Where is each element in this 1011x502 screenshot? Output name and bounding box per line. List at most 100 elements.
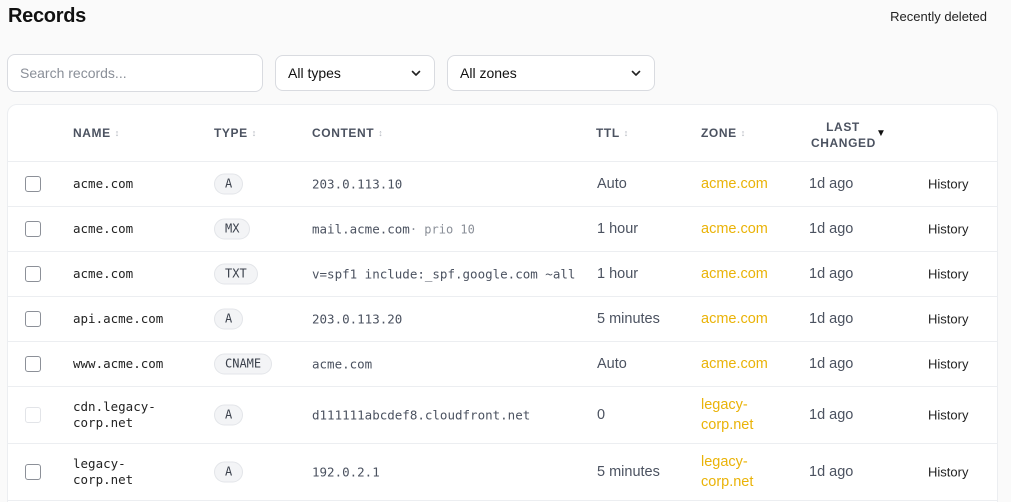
chevron-down-icon bbox=[411, 70, 421, 76]
record-content: 203.0.113.20 bbox=[312, 312, 402, 327]
record-content: d111111abcdef8.cloudfront.net bbox=[312, 408, 530, 423]
record-ttl: 1 hour bbox=[597, 266, 639, 282]
type-filter-value: All types bbox=[288, 65, 341, 81]
record-content-value: v=spf1 include:_spf.google.com ~all bbox=[312, 266, 576, 282]
row-checkbox[interactable] bbox=[25, 266, 41, 282]
column-header-last-changed-line2: CHANGED bbox=[811, 136, 876, 150]
record-zone-link[interactable]: acme.com bbox=[701, 219, 771, 239]
page-title: Records bbox=[8, 5, 86, 27]
column-header-type[interactable]: TYPE ↕ bbox=[214, 126, 257, 140]
record-content: 192.0.2.1 bbox=[312, 465, 380, 480]
history-button[interactable]: History bbox=[928, 267, 968, 282]
column-header-name[interactable]: NAME ↕ bbox=[73, 126, 120, 140]
sort-icon: ↕ bbox=[378, 128, 384, 138]
row-checkbox[interactable] bbox=[25, 221, 41, 237]
record-ttl: 0 bbox=[597, 407, 606, 423]
table-row: www.acme.com CNAME acme.com Auto acme.co… bbox=[8, 342, 997, 387]
record-ttl: Auto bbox=[597, 176, 627, 192]
record-zone-link[interactable]: acme.com bbox=[701, 174, 771, 194]
table-row: acme.com TXT v=spf1 include:_spf.google.… bbox=[8, 252, 997, 297]
record-ttl: 1 hour bbox=[597, 221, 639, 237]
history-button[interactable]: History bbox=[928, 222, 968, 237]
column-header-last-changed-line1: LAST bbox=[826, 120, 860, 134]
sort-descending-icon[interactable]: ▼ bbox=[876, 128, 886, 139]
record-last-changed: 1d ago bbox=[809, 464, 854, 480]
record-content-value: mail.acme.com bbox=[312, 221, 410, 237]
search-input[interactable] bbox=[7, 54, 263, 92]
history-button[interactable]: History bbox=[928, 465, 968, 480]
record-content: mail.acme.com· prio 10 bbox=[312, 222, 475, 237]
sort-icon: ↕ bbox=[740, 128, 746, 138]
record-type-badge: A bbox=[214, 173, 244, 195]
record-last-changed: 1d ago bbox=[809, 311, 854, 327]
history-button[interactable]: History bbox=[928, 312, 968, 327]
table-row: api.acme.com A 203.0.113.20 5 minutes ac… bbox=[8, 297, 997, 342]
row-checkbox[interactable] bbox=[25, 176, 41, 192]
record-ttl: 5 minutes bbox=[597, 311, 660, 327]
table-header: NAME ↕ TYPE ↕ CONTENT ↕ TTL ↕ ZONE ↕ LAST CHAN… bbox=[8, 105, 997, 162]
record-ttl: 5 minutes bbox=[597, 464, 660, 480]
record-name: acme.com bbox=[73, 176, 134, 191]
record-zone-link[interactable]: acme.com bbox=[701, 264, 771, 284]
zone-filter-select[interactable]: All zones bbox=[447, 55, 655, 91]
record-zone-link[interactable]: acme.com bbox=[701, 354, 771, 374]
row-checkbox[interactable] bbox=[25, 356, 41, 372]
record-zone-link[interactable]: acme.com bbox=[701, 309, 771, 329]
row-checkbox[interactable] bbox=[25, 464, 41, 480]
row-checkbox[interactable] bbox=[25, 311, 41, 327]
column-header-zone[interactable]: ZONE ↕ bbox=[701, 126, 746, 140]
record-content: 203.0.113.10 bbox=[312, 177, 402, 192]
record-priority: · prio 10 bbox=[409, 222, 475, 237]
column-header-ttl-label: TTL bbox=[596, 126, 620, 140]
record-content: v=spf1 include:_spf.google.com ~all bbox=[312, 267, 575, 282]
record-last-changed: 1d ago bbox=[809, 407, 854, 423]
column-header-content[interactable]: CONTENT ↕ bbox=[312, 126, 383, 140]
record-ttl: Auto bbox=[597, 356, 627, 372]
record-content-value: 203.0.113.10 bbox=[312, 176, 403, 192]
history-button[interactable]: History bbox=[928, 357, 968, 372]
record-type-badge: A bbox=[214, 404, 244, 426]
record-last-changed: 1d ago bbox=[809, 266, 854, 282]
history-button[interactable]: History bbox=[928, 408, 968, 423]
sort-icon: ↕ bbox=[623, 128, 629, 138]
table-row: cdn.legacy-corp.net A d111111abcdef8.clo… bbox=[8, 387, 997, 444]
record-content: acme.com bbox=[312, 357, 372, 372]
table-row: legacy-corp.net A 192.0.2.1 5 minutes le… bbox=[8, 444, 997, 501]
record-name: api.acme.com bbox=[73, 311, 164, 326]
record-type-badge: MX bbox=[214, 218, 251, 240]
record-name: cdn.legacy-corp.net bbox=[73, 399, 156, 430]
row-checkbox-disabled bbox=[25, 407, 41, 423]
history-button[interactable]: History bbox=[928, 177, 968, 192]
recently-deleted-link[interactable]: Recently deleted bbox=[890, 9, 987, 24]
record-name: acme.com bbox=[73, 266, 134, 281]
record-name: legacy-corp.net bbox=[73, 456, 134, 487]
record-last-changed: 1d ago bbox=[809, 356, 854, 372]
record-content-value: 192.0.2.1 bbox=[312, 464, 380, 480]
record-last-changed: 1d ago bbox=[809, 221, 854, 237]
chevron-down-icon bbox=[631, 70, 641, 76]
record-name: www.acme.com bbox=[73, 356, 164, 371]
column-header-zone-label: ZONE bbox=[701, 126, 737, 140]
record-content-value: d111111abcdef8.cloudfront.net bbox=[312, 407, 531, 423]
record-type-badge: A bbox=[214, 308, 244, 330]
record-type-badge: TXT bbox=[214, 263, 258, 285]
column-header-name-label: NAME bbox=[73, 126, 111, 140]
column-header-content-label: CONTENT bbox=[312, 126, 375, 140]
record-content-value: 203.0.113.20 bbox=[312, 311, 403, 327]
column-header-last-changed[interactable]: LAST CHANGED bbox=[811, 119, 875, 151]
records-table: NAME ↕ TYPE ↕ CONTENT ↕ TTL ↕ ZONE ↕ LAST CHAN… bbox=[7, 104, 998, 502]
record-name: acme.com bbox=[73, 221, 134, 236]
zone-filter-value: All zones bbox=[460, 65, 517, 81]
record-last-changed: 1d ago bbox=[809, 176, 854, 192]
record-content-value: acme.com bbox=[312, 356, 373, 372]
record-type-badge: A bbox=[214, 461, 244, 483]
record-type-badge: CNAME bbox=[214, 353, 273, 375]
type-filter-select[interactable]: All types bbox=[275, 55, 435, 91]
column-header-type-label: TYPE bbox=[214, 126, 248, 140]
record-zone-link[interactable]: legacy-corp.net bbox=[701, 395, 771, 435]
record-zone-link[interactable]: legacy-corp.net bbox=[701, 452, 771, 492]
sort-icon: ↕ bbox=[114, 128, 120, 138]
column-header-ttl[interactable]: TTL ↕ bbox=[596, 126, 629, 140]
table-row: acme.com MX mail.acme.com· prio 10 1 hou… bbox=[8, 207, 997, 252]
table-row: acme.com A 203.0.113.10 Auto acme.com 1d… bbox=[8, 162, 997, 207]
